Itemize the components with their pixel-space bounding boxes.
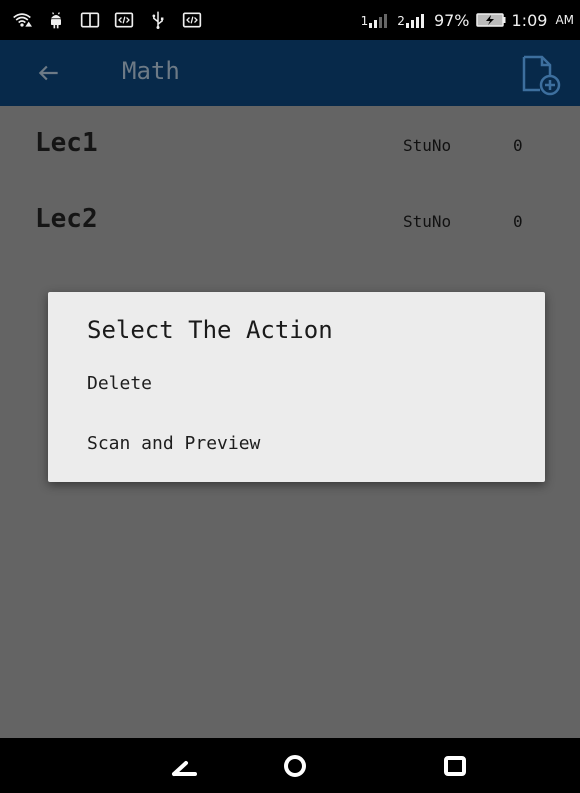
clock-time: 1:09 [511,10,548,30]
nav-back-button[interactable] [169,750,201,782]
signal-icon [405,14,424,28]
lecture-title: Lec2 [35,204,98,234]
scan-and-preview-option[interactable]: Scan and Preview [87,433,260,454]
student-count-label: StuNo [403,136,452,155]
app-bar: Math [0,40,580,106]
navigation-bar [0,738,580,793]
wifi-icon [12,10,32,30]
battery-charging-icon [475,13,505,27]
status-icons-left [0,10,202,30]
arrow-left-icon [38,65,58,81]
lecture-title: Lec1 [35,128,98,158]
sim2-signal: 2 [397,12,428,28]
back-button[interactable] [34,58,64,88]
list-item[interactable]: Lec2 StuNo 0 [0,182,580,258]
code-icon [114,10,134,30]
sim2-label: 2 [397,14,405,28]
usb-icon [148,10,168,30]
lecture-list: Lec1 StuNo 0 Lec2 StuNo 0 [0,106,580,258]
list-item[interactable]: Lec1 StuNo 0 [0,106,580,182]
student-count-label: StuNo [403,212,452,231]
home-nav-icon [284,755,306,777]
signal-icon [369,14,388,28]
student-count-value: 0 [513,212,523,231]
page-title: Math [122,57,180,85]
nav-home-button[interactable] [279,750,311,782]
code-icon [182,10,202,30]
recent-apps-icon [444,756,466,776]
add-file-icon [522,55,561,96]
android-icon [46,10,66,30]
student-count-value: 0 [513,136,523,155]
sim1-label: 1 [360,14,369,28]
add-file-button[interactable] [520,54,562,96]
action-dialog: Select The Action Delete Scan and Previe… [48,292,545,482]
status-bar: 1 2 97% 1:09 AM [0,0,580,40]
back-nav-icon [172,761,197,776]
status-icons-right: 1 2 97% 1:09 AM [361,0,574,40]
battery-percent: 97% [433,10,470,30]
dialog-title: Select The Action [87,316,333,344]
tablet-icon [80,10,100,30]
clock-ampm: AM [555,13,574,27]
sim1-signal: 1 [361,12,392,28]
nav-recent-apps-button[interactable] [439,750,471,782]
delete-option[interactable]: Delete [87,373,152,394]
